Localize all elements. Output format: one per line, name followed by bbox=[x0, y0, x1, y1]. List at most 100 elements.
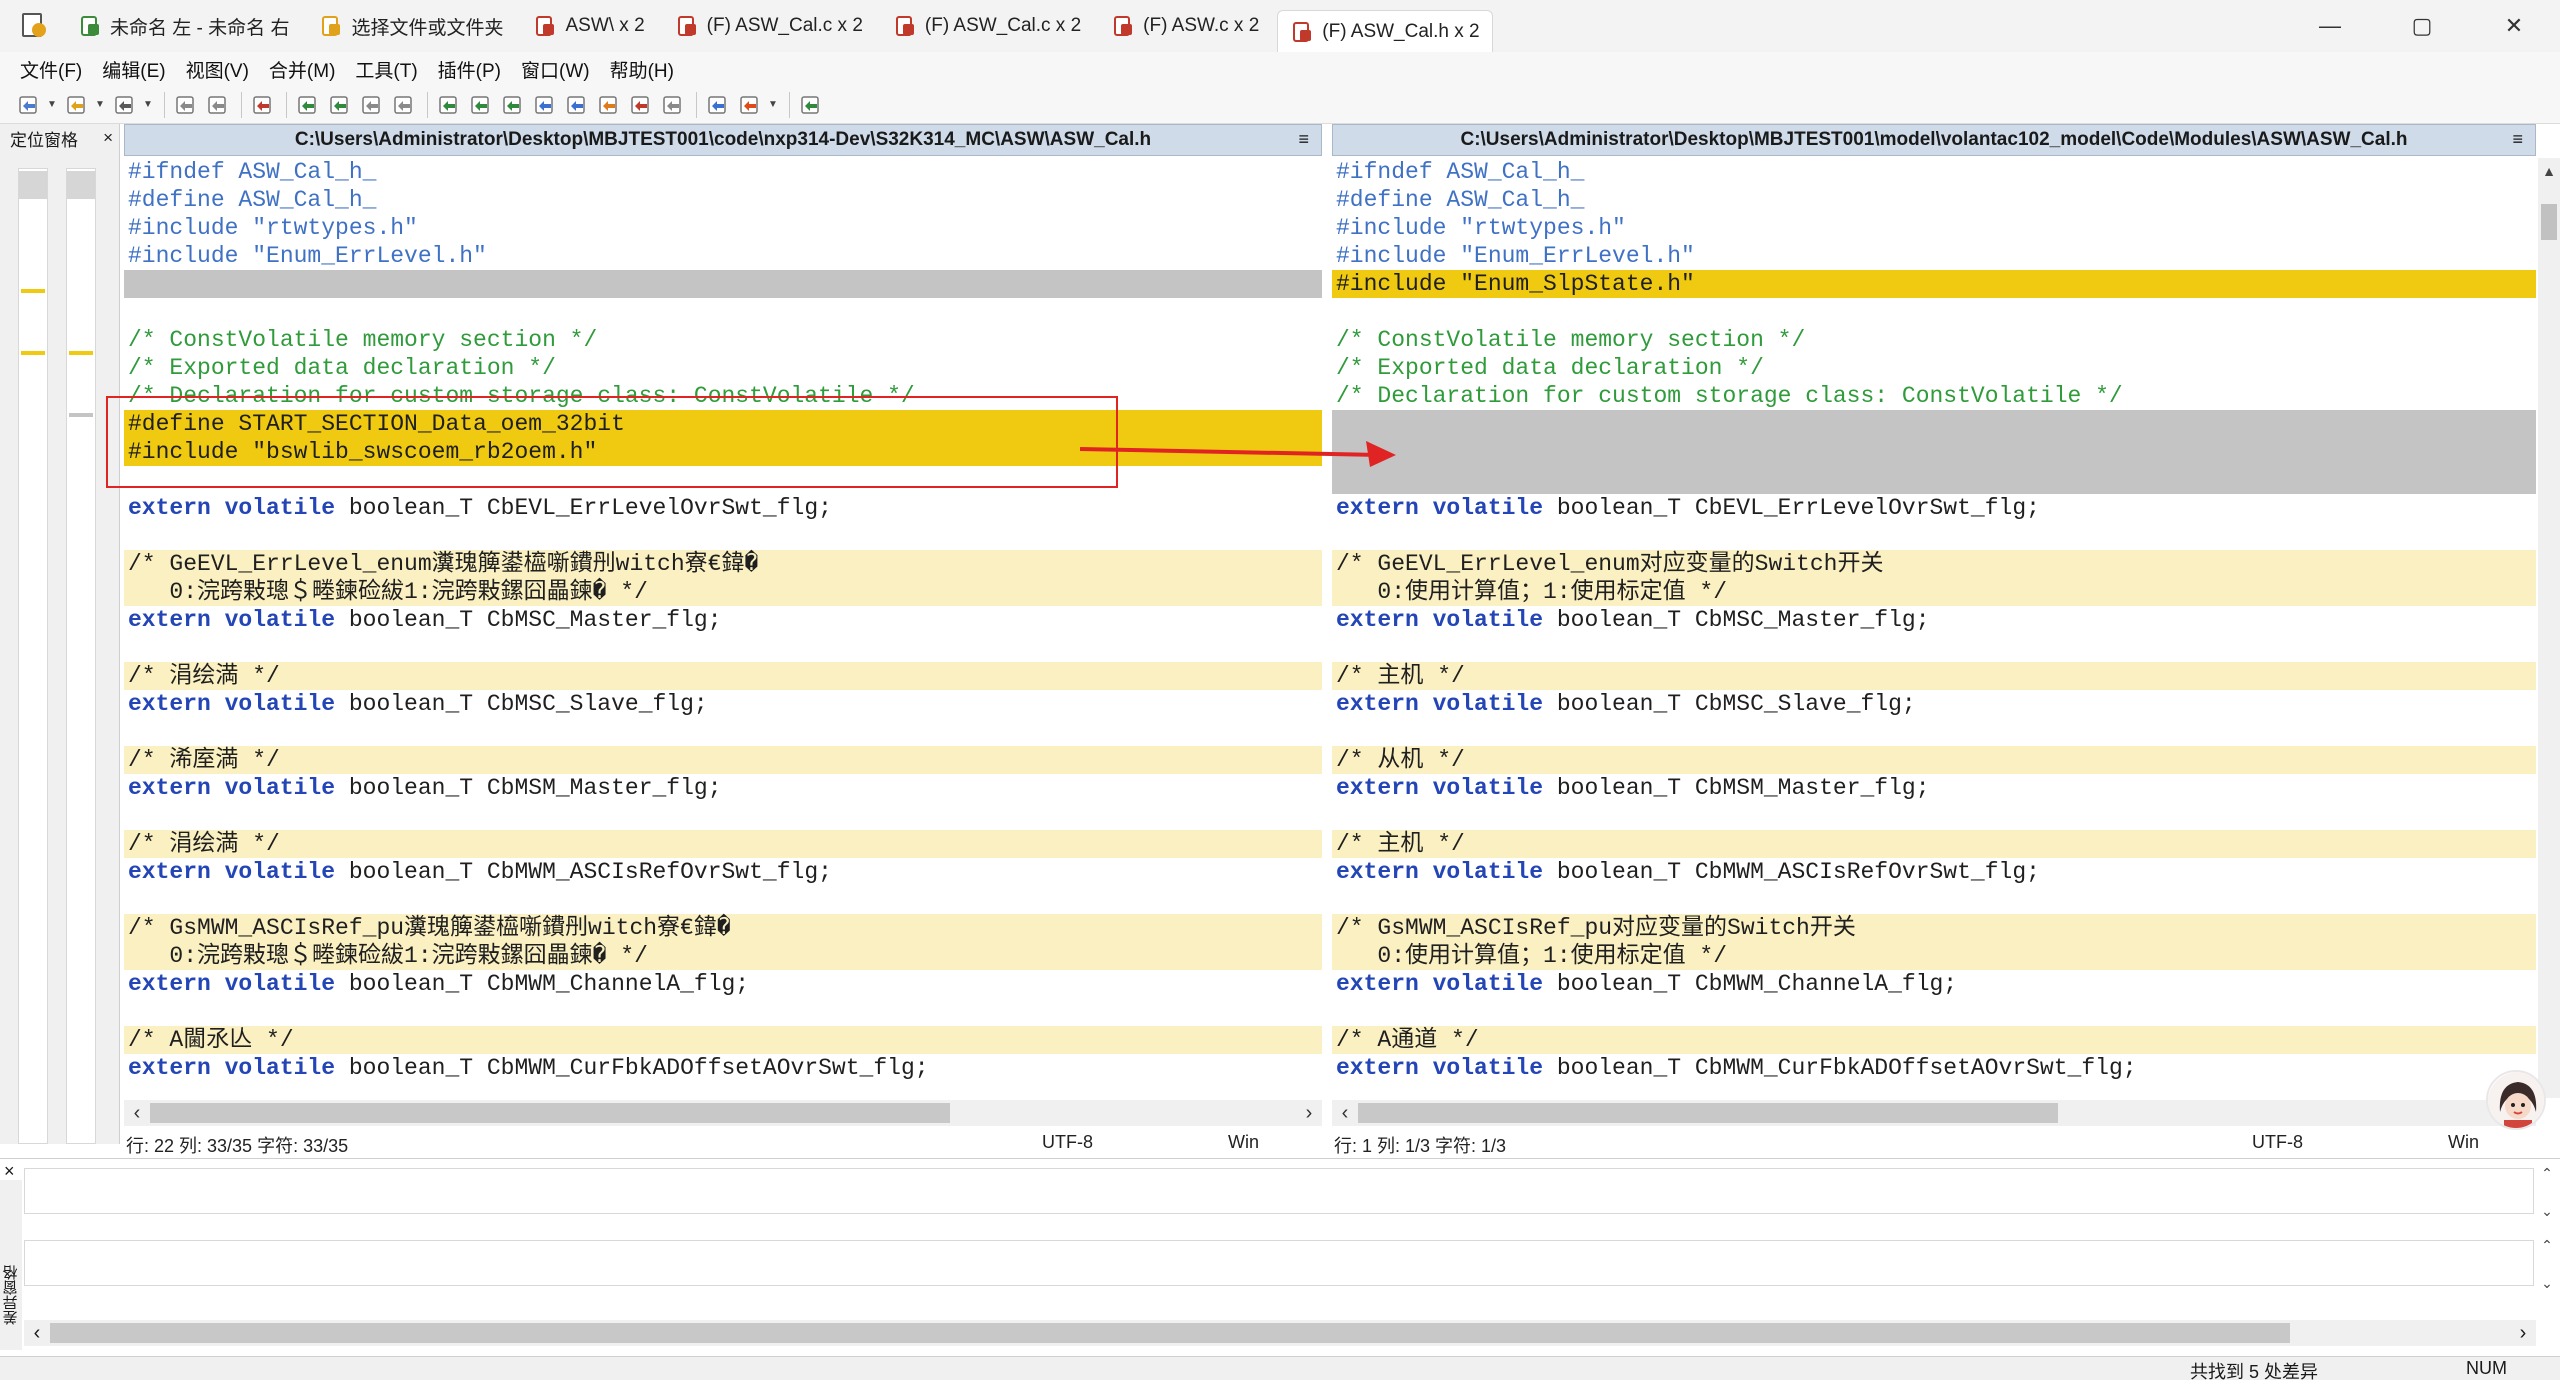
filter-icon[interactable] bbox=[248, 90, 278, 120]
next-conflict-icon[interactable] bbox=[562, 90, 592, 120]
app-logo-icon[interactable] bbox=[18, 11, 48, 41]
code-line[interactable] bbox=[124, 998, 1322, 1026]
merge-all-right-icon[interactable] bbox=[389, 90, 419, 120]
code-line[interactable]: 0:使用计算值；1:使用标定值 */ bbox=[1332, 942, 2536, 970]
code-line[interactable]: extern volatile boolean_T CbMWM_ChannelA… bbox=[1332, 970, 2536, 998]
scroll-up-arrow-icon[interactable]: ⌃ bbox=[2536, 1162, 2558, 1184]
scroll-down-arrow-icon[interactable]: ⌄ bbox=[2536, 1272, 2558, 1294]
menu-edit[interactable]: 编辑(E) bbox=[92, 56, 175, 83]
tab-4[interactable]: (F) ASW_Cal.c x 2 bbox=[881, 6, 1093, 46]
options-icon[interactable] bbox=[735, 90, 765, 120]
code-line[interactable]: #ifndef ASW_Cal_h_ bbox=[1332, 158, 2536, 186]
code-line[interactable]: extern volatile boolean_T CbMSC_Master_f… bbox=[1332, 606, 2536, 634]
prev-diff-icon[interactable] bbox=[466, 90, 496, 120]
scroll-up-arrow-icon[interactable]: ⌃ bbox=[2536, 1234, 2558, 1256]
scrollbar-thumb[interactable] bbox=[150, 1103, 950, 1123]
location-pane-close-button[interactable]: × bbox=[103, 128, 113, 148]
save-icon[interactable] bbox=[110, 90, 140, 120]
scroll-left-arrow-icon[interactable]: ‹ bbox=[26, 1320, 48, 1346]
location-viewport-right[interactable] bbox=[67, 171, 95, 199]
code-line[interactable]: #include "Enum_ErrLevel.h" bbox=[1332, 242, 2536, 270]
code-line[interactable]: /* Exported data declaration */ bbox=[1332, 354, 2536, 382]
difference-pane-bottom-scroll[interactable]: ⌃ ⌄ bbox=[2536, 1234, 2558, 1294]
code-line[interactable]: /* GeEVL_ErrLevel_enum对应变量的Switch开关 bbox=[1332, 550, 2536, 578]
dropdown-arrow-icon[interactable]: ▼ bbox=[46, 90, 58, 120]
open-icon[interactable] bbox=[62, 90, 92, 120]
code-line[interactable]: extern volatile boolean_T CbEVL_ErrLevel… bbox=[124, 494, 1322, 522]
refresh-icon[interactable] bbox=[796, 90, 826, 120]
location-bar-right[interactable] bbox=[66, 168, 96, 1144]
code-line[interactable]: /* GsMWM_ASCIsRef_pu对应变量的Switch开关 bbox=[1332, 914, 2536, 942]
code-line[interactable] bbox=[1332, 634, 2536, 662]
goto-icon[interactable] bbox=[626, 90, 656, 120]
scrollbar-thumb[interactable] bbox=[50, 1323, 2290, 1343]
tab-1[interactable]: 选择文件或文件夹 bbox=[307, 6, 515, 46]
code-line[interactable]: extern volatile boolean_T CbMSM_Master_f… bbox=[1332, 774, 2536, 802]
code-line[interactable]: #include "Enum_SlpState.h" bbox=[1332, 270, 2536, 298]
menu-plugins[interactable]: 插件(P) bbox=[428, 56, 511, 83]
code-line[interactable] bbox=[1332, 886, 2536, 914]
code-line[interactable]: extern volatile boolean_T CbMSC_Slave_fl… bbox=[124, 690, 1322, 718]
location-viewport-left[interactable] bbox=[19, 171, 47, 199]
code-line[interactable]: 0:浣跨敤璁＄畻鍊硷紱1:浣跨敤鏍囧畾鍊� */ bbox=[124, 578, 1322, 606]
tab-5[interactable]: (F) ASW.c x 2 bbox=[1099, 6, 1271, 46]
code-line[interactable] bbox=[124, 718, 1322, 746]
prev-conflict-icon[interactable] bbox=[594, 90, 624, 120]
code-line[interactable]: #include "rtwtypes.h" bbox=[124, 214, 1322, 242]
right-pane-menu-icon[interactable]: ≡ bbox=[2512, 129, 2523, 150]
redo-icon[interactable] bbox=[203, 90, 233, 120]
code-line[interactable] bbox=[1332, 298, 2536, 326]
code-line[interactable] bbox=[1332, 522, 2536, 550]
copy-left-icon[interactable] bbox=[293, 90, 323, 120]
scrollbar-thumb[interactable] bbox=[2541, 204, 2557, 240]
code-line[interactable]: /* 主机 */ bbox=[1332, 662, 2536, 690]
code-line[interactable]: /* GeEVL_ErrLevel_enum瀵瑰簲鍙橀噺鐨刐witch寮€鍏� bbox=[124, 550, 1322, 578]
code-line[interactable]: /* Declaration for custom storage class:… bbox=[1332, 382, 2536, 410]
new-icon[interactable] bbox=[14, 90, 44, 120]
code-line[interactable]: #include "rtwtypes.h" bbox=[1332, 214, 2536, 242]
code-line[interactable]: #ifndef ASW_Cal_h_ bbox=[124, 158, 1322, 186]
undo-icon[interactable] bbox=[171, 90, 201, 120]
code-line[interactable]: /* 涓绘満 */ bbox=[124, 830, 1322, 858]
scroll-right-arrow-icon[interactable]: › bbox=[1298, 1100, 1320, 1126]
left-pane-menu-icon[interactable]: ≡ bbox=[1298, 129, 1309, 150]
menu-view[interactable]: 视图(V) bbox=[176, 56, 259, 83]
code-line[interactable]: extern volatile boolean_T CbMSC_Master_f… bbox=[124, 606, 1322, 634]
code-line[interactable] bbox=[124, 634, 1322, 662]
scrollbar-thumb[interactable] bbox=[1358, 1103, 2058, 1123]
maximize-button[interactable]: ▢ bbox=[2376, 0, 2468, 52]
code-line[interactable]: extern volatile boolean_T CbMWM_ASCIsRef… bbox=[124, 858, 1322, 886]
code-line[interactable]: /* 浠庢満 */ bbox=[124, 746, 1322, 774]
code-line[interactable] bbox=[124, 298, 1322, 326]
difference-pane-top-scroll[interactable]: ⌃ ⌄ bbox=[2536, 1162, 2558, 1222]
tab-0[interactable]: 未命名 左 - 未命名 右 bbox=[66, 6, 301, 46]
merge-all-left-icon[interactable] bbox=[357, 90, 387, 120]
code-line[interactable]: 0:使用计算值；1:使用标定值 */ bbox=[1332, 578, 2536, 606]
code-line[interactable]: /* GsMWM_ASCIsRef_pu瀵瑰簲鍙橀噺鐨刐witch寮€鍏� bbox=[124, 914, 1322, 942]
code-line[interactable]: #define ASW_Cal_h_ bbox=[124, 186, 1322, 214]
difference-pane-left-view[interactable] bbox=[24, 1168, 2534, 1214]
menu-window[interactable]: 窗口(W) bbox=[511, 56, 600, 83]
code-line[interactable] bbox=[1332, 998, 2536, 1026]
code-line[interactable]: extern volatile boolean_T CbMSC_Slave_fl… bbox=[1332, 690, 2536, 718]
code-line[interactable]: /* ConstVolatile memory section */ bbox=[1332, 326, 2536, 354]
code-line[interactable] bbox=[124, 522, 1322, 550]
code-line[interactable]: extern volatile boolean_T CbMSM_Master_f… bbox=[124, 774, 1322, 802]
code-line[interactable] bbox=[1332, 718, 2536, 746]
code-line[interactable]: extern volatile boolean_T CbMWM_CurFbkAD… bbox=[1332, 1054, 2536, 1082]
scroll-right-arrow-icon[interactable]: › bbox=[2512, 1320, 2534, 1346]
code-line[interactable] bbox=[1332, 466, 2536, 494]
dropdown-arrow-icon[interactable]: ▼ bbox=[142, 90, 154, 120]
code-line[interactable]: extern volatile boolean_T CbMWM_ASCIsRef… bbox=[1332, 858, 2536, 886]
code-line[interactable]: #define ASW_Cal_h_ bbox=[1332, 186, 2536, 214]
code-line[interactable]: /* A閫氶亾 */ bbox=[124, 1026, 1322, 1054]
code-line[interactable] bbox=[1332, 802, 2536, 830]
code-line[interactable]: extern volatile boolean_T CbMWM_ChannelA… bbox=[124, 970, 1322, 998]
difference-pane-close-button[interactable]: × bbox=[4, 1161, 15, 1182]
left-horizontal-scrollbar[interactable]: ‹ › bbox=[124, 1100, 1322, 1126]
code-line[interactable]: extern volatile boolean_T CbMWM_CurFbkAD… bbox=[124, 1054, 1322, 1082]
toggle-icon[interactable] bbox=[658, 90, 688, 120]
code-line[interactable]: /* 从机 */ bbox=[1332, 746, 2536, 774]
scroll-left-arrow-icon[interactable]: ‹ bbox=[1334, 1100, 1356, 1126]
location-bar-left[interactable] bbox=[18, 168, 48, 1253]
